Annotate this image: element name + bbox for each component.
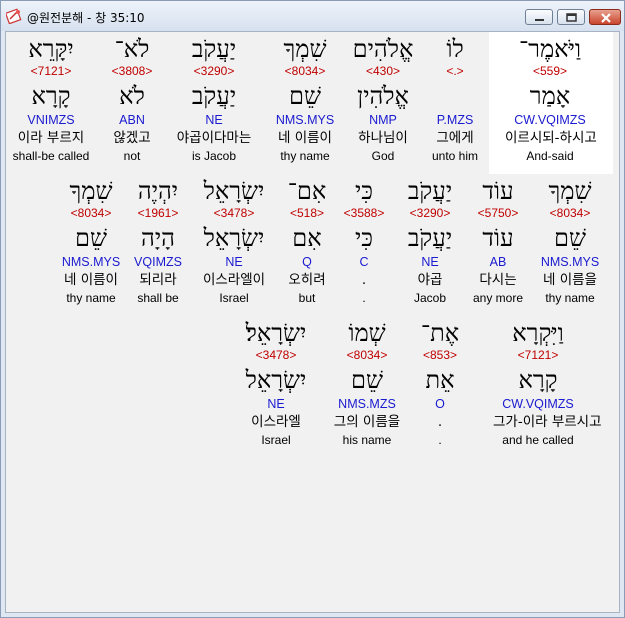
morph-code: CW.VQIMZS xyxy=(514,113,586,127)
window-title: @원전분해 - 창 35:10 xyxy=(27,11,145,25)
morph-code: NE xyxy=(267,397,285,411)
morph-code: NE xyxy=(205,113,223,127)
strong-number: <3808> xyxy=(111,64,153,78)
korean-gloss: 이스라엘 xyxy=(251,414,301,430)
hebrew-word: שִׁמְךָ xyxy=(283,35,327,63)
strong-number: <853> xyxy=(422,348,458,362)
maximize-button[interactable] xyxy=(557,9,585,25)
hebrew-root: יִשְׂרָאֵל xyxy=(245,366,307,394)
morph-code: NMS.MYS xyxy=(540,255,600,269)
morph-code: CW.VQIMZS xyxy=(502,397,574,411)
hebrew-root: לֹא xyxy=(119,82,145,110)
morph-code: O xyxy=(435,397,445,411)
korean-gloss: 않겠고 xyxy=(113,130,151,146)
strong-number: <8034> xyxy=(549,206,591,220)
english-gloss: not xyxy=(123,149,141,163)
maximize-icon xyxy=(566,13,577,22)
morph-code: VNIMZS xyxy=(27,113,75,127)
hebrew-root: קָרָא xyxy=(518,366,558,394)
hebrew-word: לוֹ xyxy=(446,35,464,63)
minimize-button[interactable] xyxy=(525,9,553,25)
korean-gloss: . xyxy=(437,414,443,430)
hebrew-word: יַעֲקֹב xyxy=(191,35,237,63)
strong-number: <.> xyxy=(446,64,464,78)
korean-gloss: 그가-이라 부르시고 xyxy=(493,414,602,430)
english-gloss: unto him xyxy=(431,149,479,163)
hebrew-root: קָרָא xyxy=(31,82,71,110)
morph-code: P.MZS xyxy=(436,113,474,127)
english-gloss: And-said xyxy=(526,149,574,163)
hebrew-word: יִקָּרֵא xyxy=(28,35,74,63)
korean-gloss: 네 이름이 xyxy=(278,130,332,146)
korean-gloss: 야곱이다마는 xyxy=(176,130,252,146)
hebrew-root: שֵׁם xyxy=(289,82,321,110)
morph-code: ABN xyxy=(119,113,145,127)
hebrew-root xyxy=(410,81,500,111)
strong-number: <7121> xyxy=(517,348,559,362)
morph-code: NMS.MYS xyxy=(275,113,335,127)
hebrew-word: יִשְׂרָאֵל׃ xyxy=(245,319,307,347)
close-button[interactable] xyxy=(589,9,621,25)
strong-number: <3290> xyxy=(193,64,235,78)
english-gloss: Israel xyxy=(261,433,291,447)
korean-gloss: 그에게 xyxy=(436,130,474,146)
hebrew-root: שֵׁם xyxy=(554,224,586,252)
hebrew-word: וַיִּקְרָא xyxy=(512,319,564,347)
close-icon xyxy=(601,13,611,23)
english-gloss: . xyxy=(438,433,442,447)
korean-gloss: 이르시되-하시고 xyxy=(505,130,597,146)
hebrew-root: אָמַר xyxy=(529,82,571,110)
app-icon xyxy=(6,8,22,24)
hebrew-word: אֶת־ xyxy=(420,319,460,347)
korean-gloss: 이라 부르지 xyxy=(17,130,85,146)
verse-analysis-panel: יִקָּרֵא <7121> קָרָא VNIMZS 이라 부르지 shal… xyxy=(5,31,620,613)
korean-gloss: 네 이름을 xyxy=(543,272,597,288)
hebrew-root: אֵת xyxy=(425,366,455,394)
hebrew-root: יַעֲקֹב xyxy=(191,82,237,110)
hebrew-word: שִׁמְךָ xyxy=(548,177,592,205)
english-gloss: thy name xyxy=(545,291,595,305)
english-gloss: is Jacob xyxy=(191,149,237,163)
minimize-icon xyxy=(535,19,544,21)
app-window: @원전분해 - 창 35:10 יִקָּרֵא <7121> קָרָא VN… xyxy=(0,0,625,618)
hebrew-word: וַיֹּאמֶר־ xyxy=(518,35,582,63)
strong-number: <7121> xyxy=(30,64,72,78)
strong-number: <8034> xyxy=(284,64,326,78)
english-gloss: and he called xyxy=(502,433,574,447)
strong-number: <559> xyxy=(532,64,568,78)
english-gloss: thy name xyxy=(280,149,330,163)
english-gloss: shall-be called xyxy=(12,149,90,163)
title-bar[interactable]: @원전분해 - 창 35:10 xyxy=(1,1,624,31)
hebrew-word: לֹא־ xyxy=(114,35,150,63)
strong-number: <3478> xyxy=(255,348,297,362)
